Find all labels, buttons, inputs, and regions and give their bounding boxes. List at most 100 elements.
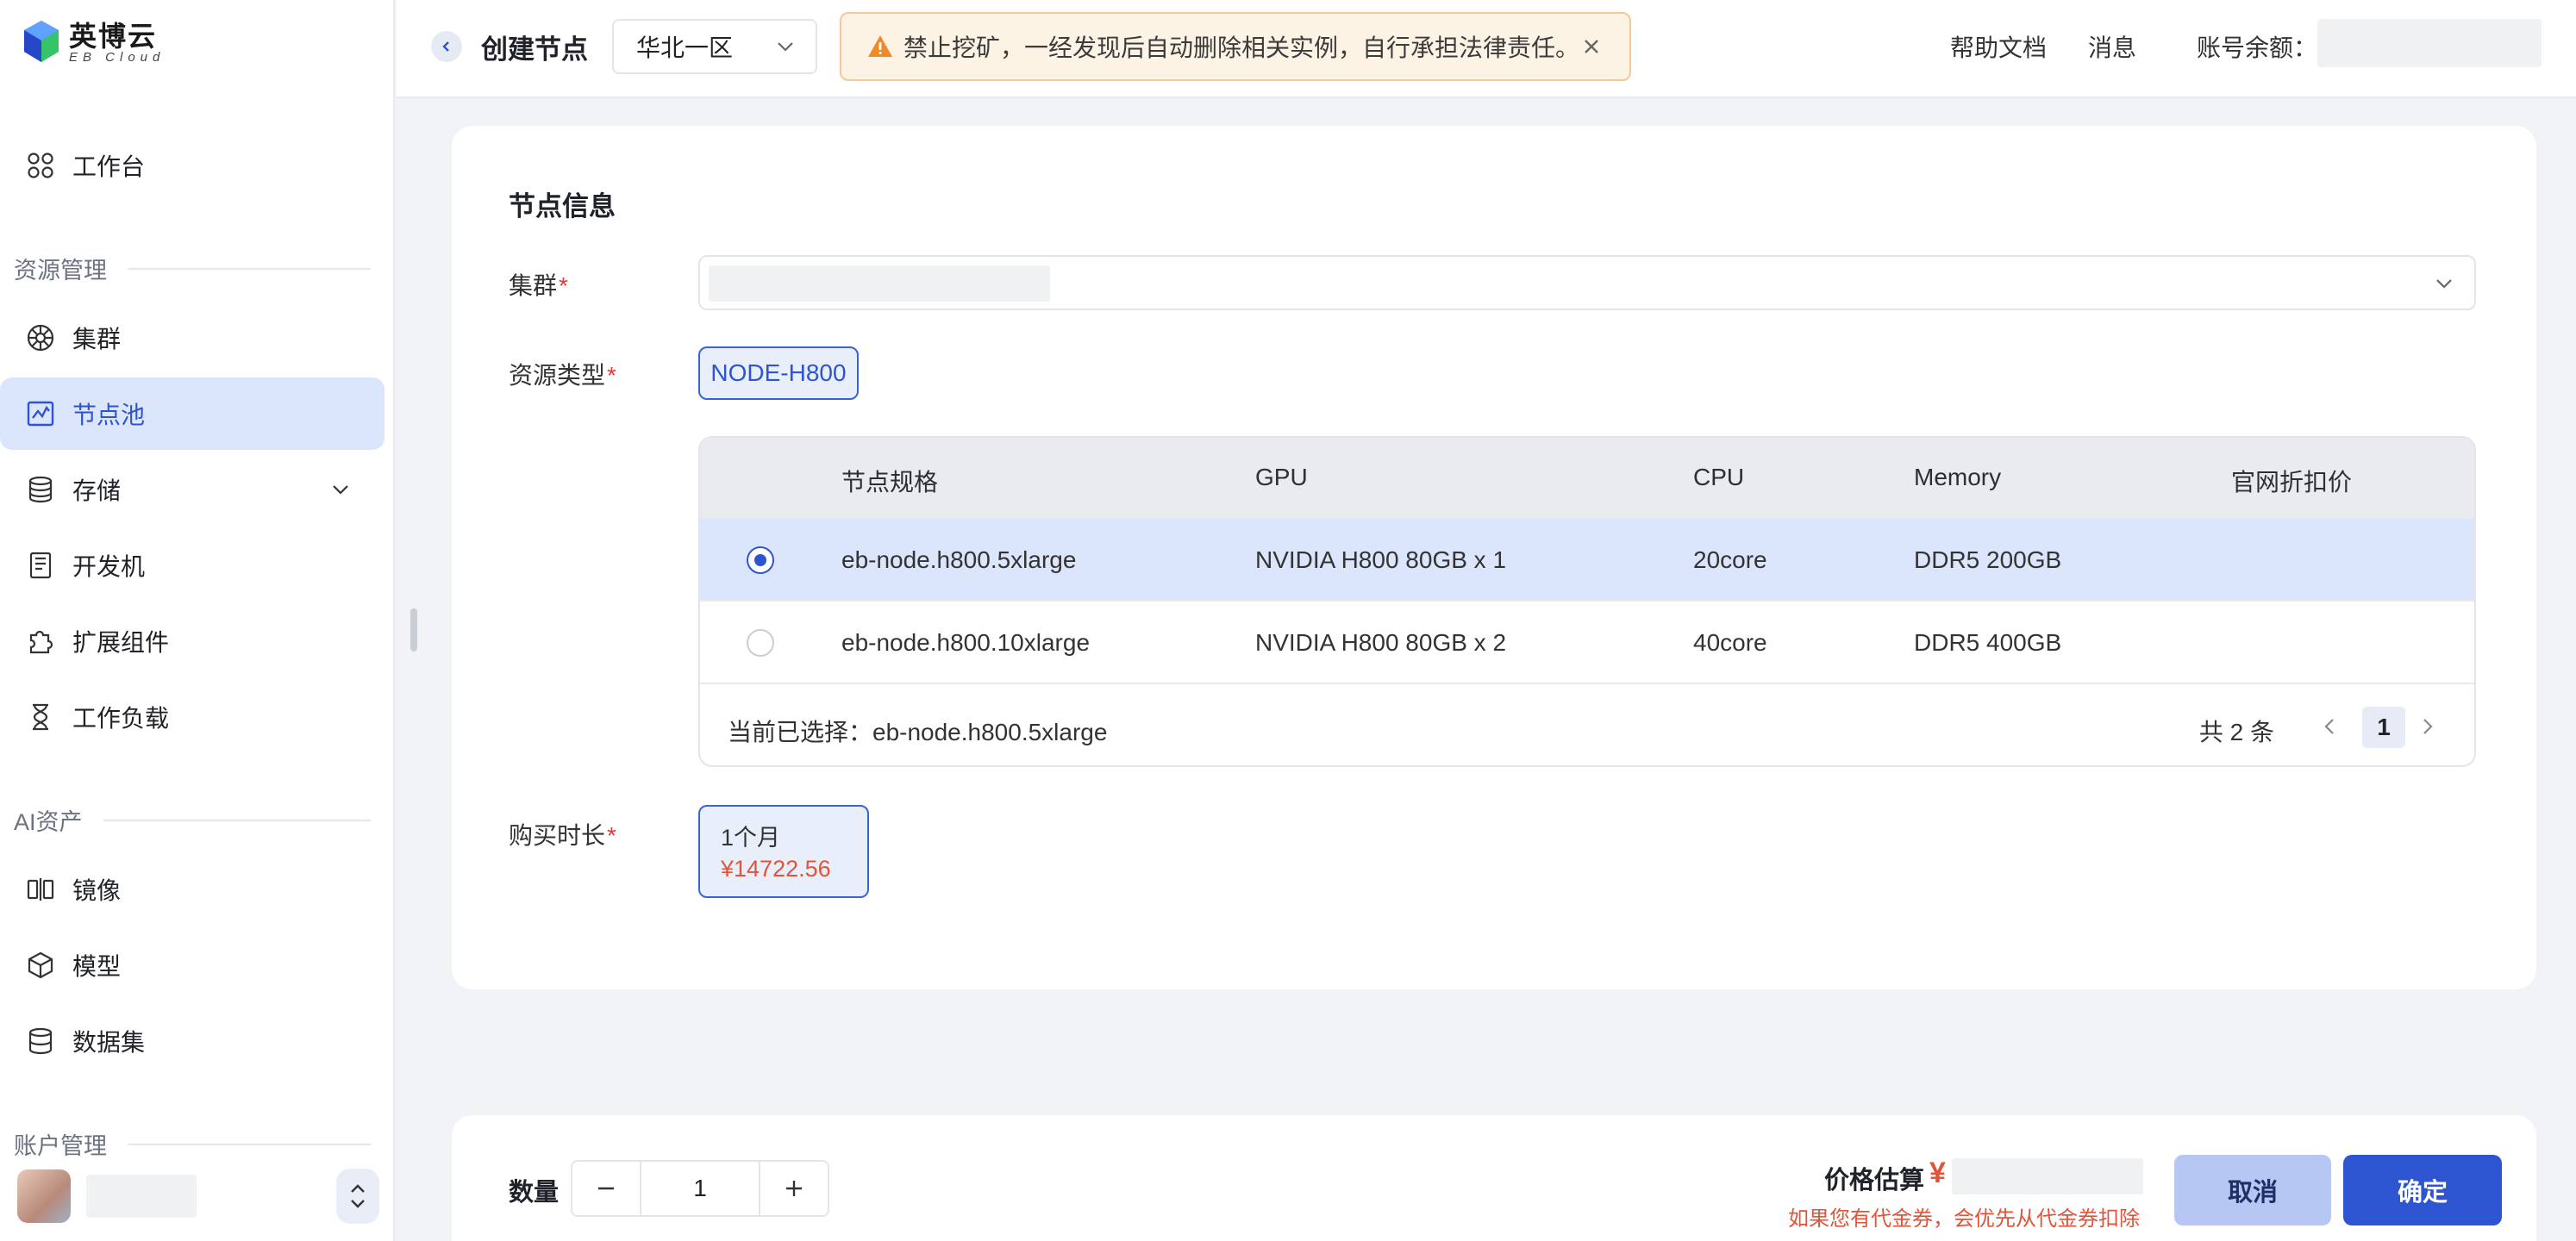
help-docs-link[interactable]: 帮助文档 — [1950, 29, 2047, 64]
sidebar-item-node-pool[interactable]: 节点池 — [0, 377, 385, 450]
messages-link[interactable]: 消息 — [2088, 29, 2136, 64]
account-switch-button[interactable] — [336, 1169, 379, 1224]
chevron-right-icon[interactable] — [2416, 715, 2438, 738]
chevron-up-down-icon — [351, 1184, 365, 1208]
order-footer: 数量 1 价格估算 ¥ 如果您有代金券，会优先从代金券扣除 取消 确定 — [452, 1115, 2536, 1241]
node-info-card: 节点信息 集群* 资源类型* NODE-H800 节点规格 GPU CPU Me… — [452, 126, 2536, 989]
sidebar-item-cluster[interactable]: 集群 — [0, 302, 385, 374]
warning-text: 禁止挖矿，一经发现后自动删除相关实例，自行承担法律责任。 — [903, 34, 1580, 61]
spec-cell: eb-node.h800.10xlarge — [841, 629, 1091, 656]
duration-period: 1个月 — [721, 825, 781, 851]
cluster-value-placeholder — [709, 265, 1050, 302]
user-profile[interactable] — [17, 1169, 379, 1224]
minus-icon — [598, 1187, 614, 1190]
cluster-select[interactable] — [698, 255, 2476, 310]
user-name-placeholder — [86, 1175, 197, 1218]
sidebar: 英博云 EB Cloud 工作台 资源管理 集群 节点池 存储 开发机 扩展组件… — [0, 0, 395, 1241]
hourglass-icon — [33, 703, 48, 731]
increment-button[interactable] — [760, 1162, 828, 1215]
chevron-left-icon — [442, 41, 449, 52]
close-icon[interactable] — [1581, 36, 1602, 57]
cube-icon — [28, 951, 53, 979]
row-radio[interactable] — [747, 546, 774, 574]
grid-icon — [28, 153, 53, 178]
balance-label: 账号余额： — [2197, 34, 2318, 61]
sidebar-item-models[interactable]: 模型 — [0, 929, 385, 1001]
sidebar-item-label: 工作负载 — [72, 705, 170, 732]
page-title: 创建节点 — [481, 34, 588, 65]
warning-icon — [868, 35, 892, 57]
sidebar-item-label: 数据集 — [72, 1029, 146, 1056]
confirm-button[interactable]: 确定 — [2343, 1155, 2502, 1225]
sidebar-item-label: 节点池 — [72, 402, 146, 428]
table-row[interactable]: eb-node.h800.5xlarge NVIDIA H800 80GB x … — [700, 519, 2474, 602]
top-header: 创建节点 华北一区 禁止挖矿，一经发现后自动删除相关实例，自行承担法律责任。 帮… — [397, 0, 2576, 98]
cancel-button[interactable]: 取消 — [2174, 1155, 2331, 1225]
chevron-left-icon[interactable] — [2319, 715, 2342, 738]
warning-banner: 禁止挖矿，一经发现后自动删除相关实例，自行承担法律责任。 — [840, 12, 1631, 81]
cpu-cell: 40core — [1693, 629, 1767, 656]
row-radio[interactable] — [747, 629, 774, 657]
resource-type-chip[interactable]: NODE-H800 — [698, 346, 859, 400]
sidebar-item-workbench[interactable]: 工作台 — [0, 129, 385, 202]
voucher-note: 如果您有代金券，会优先从代金券扣除 — [1788, 1207, 2140, 1231]
plus-icon — [786, 1181, 802, 1196]
quantity-input[interactable]: 1 — [640, 1162, 760, 1215]
sidebar-item-dev-machine[interactable]: 开发机 — [0, 529, 385, 602]
spec-cell: eb-node.h800.5xlarge — [841, 546, 1077, 573]
region-select[interactable]: 华北一区 — [612, 19, 817, 74]
node-spec-table: 节点规格 GPU CPU Memory 官网折扣价 eb-node.h800.5… — [698, 436, 2476, 767]
column-header: 官网折扣价 — [2231, 469, 2353, 496]
duration-label: 购买时长* — [509, 817, 616, 851]
sidebar-item-datasets[interactable]: 数据集 — [0, 1005, 385, 1077]
sidebar-item-workloads[interactable]: 工作负载 — [0, 681, 385, 753]
sidebar-item-label: 集群 — [72, 326, 122, 352]
quantity-label: 数量 — [509, 1179, 560, 1207]
sidebar-item-label: 存储 — [72, 477, 122, 504]
sidebar-item-label: 开发机 — [72, 553, 146, 580]
column-header: GPU — [1255, 464, 1308, 490]
sidebar-item-label: 镜像 — [72, 877, 122, 904]
logo[interactable]: 英博云 EB Cloud — [22, 19, 165, 67]
logo-icon — [24, 21, 59, 62]
brand-name-en: EB Cloud — [69, 50, 166, 65]
quantity-stepper: 1 — [571, 1160, 829, 1217]
gpu-cell: NVIDIA H800 80GB x 1 — [1255, 546, 1507, 573]
price-value-placeholder — [1952, 1158, 2143, 1194]
region-value: 华北一区 — [636, 34, 734, 61]
price-estimate-label: 价格估算 — [1824, 1167, 1925, 1194]
sidebar-item-images[interactable]: 镜像 — [0, 853, 385, 926]
cluster-label: 集群* — [509, 267, 568, 302]
selected-summary: 当前已选择：eb-node.h800.5xlarge — [728, 719, 1108, 745]
chevron-down-icon[interactable] — [329, 478, 352, 501]
pagination-current-page[interactable]: 1 — [2362, 707, 2405, 748]
dev-machine-icon — [29, 552, 52, 579]
section-resource-management: 资源管理 — [14, 252, 371, 285]
section-ai-assets: AI资产 — [14, 803, 371, 837]
chevron-down-icon — [778, 42, 793, 52]
table-row[interactable]: eb-node.h800.10xlarge NVIDIA H800 80GB x… — [700, 602, 2474, 684]
database-icon — [28, 1027, 53, 1055]
balance-value-placeholder — [2317, 19, 2542, 67]
avatar[interactable] — [17, 1169, 71, 1223]
section-account: 账户管理 — [14, 1127, 371, 1161]
sidebar-item-storage[interactable]: 存储 — [0, 453, 385, 526]
chevron-down-icon — [2436, 279, 2452, 289]
duration-price: ¥14722.56 — [721, 856, 831, 882]
decrement-button[interactable] — [572, 1162, 640, 1215]
cluster-label-text: 集群 — [509, 272, 558, 299]
node-pool-icon — [27, 401, 54, 427]
sidebar-resize-handle[interactable] — [410, 608, 417, 652]
sidebar-item-extensions[interactable]: 扩展组件 — [0, 605, 385, 677]
duration-option[interactable]: 1个月 ¥14722.56 — [698, 805, 869, 898]
column-header: CPU — [1693, 464, 1745, 490]
back-button[interactable] — [431, 31, 462, 62]
sidebar-item-label: 扩展组件 — [72, 629, 170, 656]
sidebar-item-label: 工作台 — [72, 153, 146, 180]
memory-cell: DDR5 200GB — [1914, 546, 2062, 573]
cluster-icon — [27, 324, 54, 352]
puzzle-icon — [29, 630, 53, 654]
storage-icon — [28, 476, 53, 503]
gpu-cell: NVIDIA H800 80GB x 2 — [1255, 629, 1507, 656]
cpu-cell: 20core — [1693, 546, 1767, 573]
